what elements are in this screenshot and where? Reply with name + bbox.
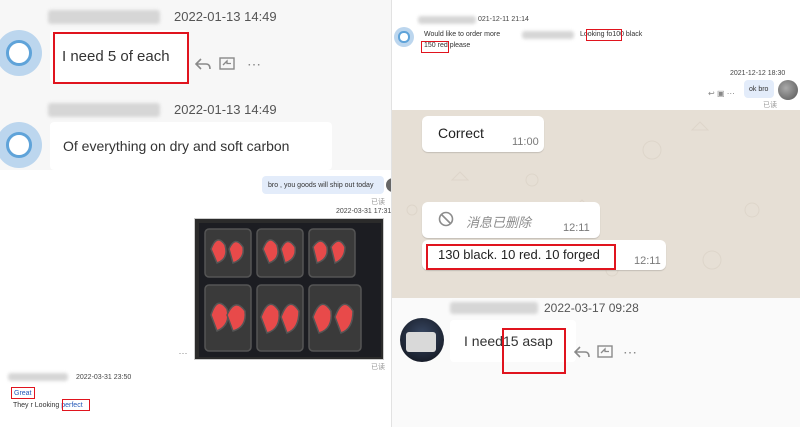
- message-text: please: [447, 42, 471, 49]
- reply-icon[interactable]: ↩: [708, 89, 715, 98]
- paddle-shifters-image: [195, 219, 383, 359]
- message-timestamp: 2022-03-17 09:28: [544, 301, 639, 315]
- message-time: 12:11: [563, 222, 590, 234]
- more-icon[interactable]: ⋯: [727, 89, 735, 98]
- message-timestamp: 2021-12-12 18:30: [730, 70, 786, 77]
- highlight-box: [426, 244, 616, 270]
- message-timestamp: 021-12-11 21:14: [478, 16, 529, 23]
- forward-icon[interactable]: [596, 342, 616, 362]
- sender-name-redacted: [48, 10, 160, 24]
- bottom-right-chat-panel: 2022-03-17 09:28 I need 15 asap ⋯: [392, 298, 800, 427]
- message-timestamp: 2022-01-13 14:49: [174, 9, 277, 24]
- deleted-message-bubble[interactable]: 消息已删除 12:11: [422, 202, 600, 238]
- bottom-left-chat-panel: bro , you goods will ship out today 已读 2…: [0, 170, 392, 427]
- sender-name-redacted: [48, 103, 160, 117]
- message-text: Would like to order more: [424, 31, 501, 38]
- avatar-image: [406, 332, 436, 352]
- forward-icon[interactable]: [218, 54, 238, 74]
- outgoing-message-bubble[interactable]: ok bro: [744, 80, 774, 98]
- message-time: 12:11: [634, 255, 661, 267]
- message-timestamp: 2022-01-13 14:49: [174, 102, 277, 117]
- message-line: Would like to order more: [424, 31, 500, 38]
- message-text: 消息已删除: [466, 215, 532, 230]
- reply-icon[interactable]: [193, 54, 213, 74]
- more-icon[interactable]: ⋯: [244, 54, 264, 74]
- sender-name-redacted: [450, 302, 538, 314]
- message-timestamp: 2022-03-31 23:50: [76, 374, 132, 381]
- read-status: 已读: [763, 102, 777, 109]
- avatar[interactable]: [0, 30, 42, 76]
- more-icon[interactable]: ⋯: [620, 342, 640, 362]
- message-bubble[interactable]: Of everything on dry and soft carbon: [50, 122, 332, 170]
- highlight-box: [11, 387, 35, 399]
- highlight-box: [53, 32, 189, 84]
- deleted-icon: [438, 211, 454, 227]
- message-text: Correct: [438, 125, 484, 141]
- avatar[interactable]: [400, 318, 444, 362]
- message-text: Of everything on dry and soft carbon: [63, 138, 290, 154]
- outgoing-message-bubble[interactable]: bro , you goods will ship out today: [262, 176, 384, 194]
- avatar[interactable]: [0, 122, 42, 168]
- redacted-text: [522, 31, 574, 39]
- highlight-box: [421, 41, 449, 53]
- message-text: bro , you goods will ship out today: [268, 181, 374, 189]
- message-time: 11:00: [512, 136, 539, 148]
- avatar[interactable]: [394, 27, 414, 47]
- highlight-box: [502, 328, 566, 374]
- more-icon[interactable]: ⋯: [176, 346, 190, 360]
- message-text: They r Looking: [13, 402, 62, 409]
- avatar[interactable]: [778, 80, 798, 100]
- read-status: 已读: [371, 199, 385, 206]
- message-actions: ↩ ▣ ⋯: [708, 89, 735, 98]
- forward-icon[interactable]: ▣: [717, 89, 725, 98]
- divider: [391, 0, 392, 427]
- sender-name-redacted: [418, 16, 476, 24]
- reply-icon[interactable]: [572, 342, 592, 362]
- whatsapp-chat-panel: Correct 11:00 消息已删除 12:11 130 black. 10 …: [392, 110, 800, 298]
- message-text: ok bro: [749, 85, 769, 93]
- sender-name-redacted: [8, 373, 68, 381]
- top-right-chat-panel: 021-12-11 21:14 Would like to order more…: [392, 0, 800, 110]
- message-timestamp: 2022-03-31 17:31: [336, 208, 392, 215]
- highlight-box: [586, 29, 622, 41]
- message-bubble[interactable]: Correct 11:00: [422, 116, 544, 152]
- highlight-box: [62, 399, 90, 411]
- product-photo[interactable]: [194, 218, 384, 360]
- message-text: I need: [464, 333, 503, 349]
- read-status: 已读: [371, 364, 385, 371]
